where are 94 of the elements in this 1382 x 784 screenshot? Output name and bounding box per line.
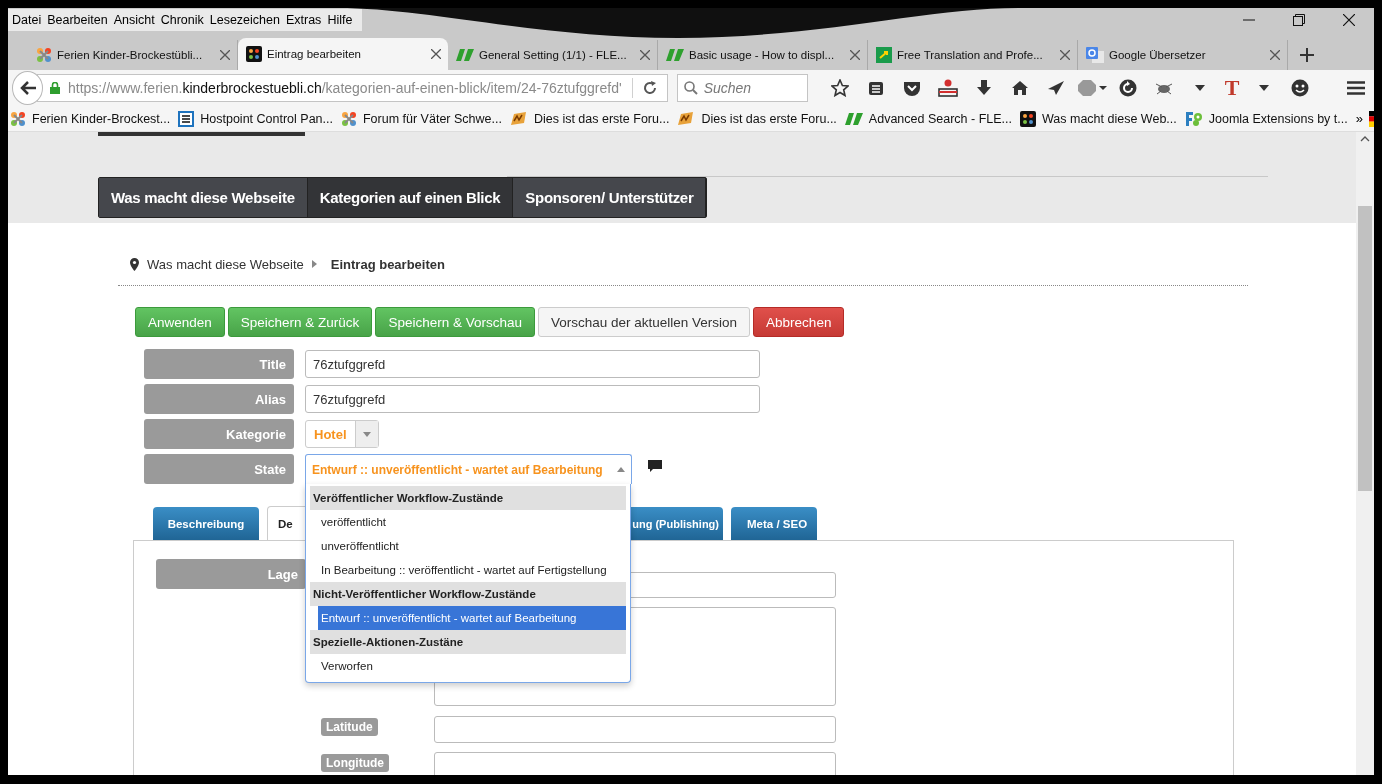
menu-item[interactable]: Chronik: [160, 13, 210, 27]
breadcrumb-link[interactable]: Was macht diese Webseite: [147, 256, 304, 272]
caret-icon[interactable]: [1195, 85, 1205, 91]
caret-icon: [311, 260, 317, 268]
bookmark[interactable]: Was macht diese Web...: [1020, 110, 1183, 127]
field-label: Alias: [144, 384, 294, 414]
flexi-icon: [666, 49, 684, 61]
breadcrumb-current: Eintrag bearbeiten: [330, 256, 445, 272]
extensions-icon: [1184, 110, 1203, 127]
bookmark[interactable]: Forum für Väter Schwe...: [340, 110, 508, 127]
scrollbar[interactable]: [1356, 132, 1374, 775]
text-field[interactable]: 76ztufggrefd: [305, 350, 760, 378]
reading-list-icon[interactable]: [868, 80, 884, 96]
search-icon: [683, 81, 698, 95]
nav-item[interactable]: Sponsoren/ Unterstützer: [513, 178, 707, 217]
browser-tab[interactable]: Eintrag bearbeiten: [238, 38, 448, 70]
download-icon[interactable]: [976, 80, 992, 96]
bookmark[interactable]: Dies ist das erste Foru...: [677, 110, 843, 127]
bookmark[interactable]: Hostpoint Control Pan...: [178, 110, 339, 127]
close-icon[interactable]: [1343, 14, 1355, 26]
overflow-chevron[interactable]: »: [1355, 111, 1363, 126]
reload-icon[interactable]: [642, 81, 657, 95]
close-icon[interactable]: [431, 49, 441, 59]
search-field[interactable]: Suchen: [676, 74, 808, 102]
adblock-icon[interactable]: [1077, 79, 1107, 97]
scroll-thumb[interactable]: [1358, 206, 1372, 491]
menu-item[interactable]: Lesezeichen: [209, 13, 286, 27]
bookmark[interactable]: Joomla Extensions by t...: [1184, 110, 1354, 127]
menu-item[interactable]: Ansicht: [113, 13, 161, 27]
field-label: Kategorie: [144, 419, 294, 449]
bookmark[interactable]: Ferien Kinder-Brockest...: [10, 110, 177, 127]
text-field[interactable]: [434, 752, 836, 775]
bug-icon[interactable]: [1154, 81, 1174, 95]
dropdown-option[interactable]: unveröffentlicht: [310, 534, 626, 558]
caret-icon: [362, 431, 371, 437]
action-button[interactable]: Abbrechen: [753, 307, 845, 337]
home-icon[interactable]: [1011, 80, 1029, 96]
option-group-label: Nicht-Veröffentlicher Workflow-Zustände: [310, 582, 626, 606]
dropdown-option[interactable]: veröffentlicht: [310, 510, 626, 534]
dropdown-option[interactable]: Entwurf :: unveröffentlicht - wartet auf Bearbeitung: [318, 606, 626, 630]
history-icon[interactable]: [1119, 79, 1137, 97]
restore-icon[interactable]: [1293, 14, 1305, 26]
paper-plane-icon[interactable]: [1047, 80, 1065, 96]
dropdown-option[interactable]: In Bearbeitung :: veröffentlicht - wartet auf Fertigstellung: [310, 558, 626, 582]
text-field[interactable]: 76ztufggrefd: [305, 385, 760, 413]
field-label: Longitude: [321, 754, 389, 772]
bookmark[interactable]: Advanced Search - FLE...: [844, 111, 1018, 126]
address-field[interactable]: https://www.ferien.kinderbrockestuebli.ch/kategorien-auf-einen-blick/item/24-76ztufggrefd': [37, 74, 668, 102]
smiley-icon[interactable]: [1291, 79, 1309, 97]
translate-icon: [1086, 47, 1104, 63]
joomla-icon: [36, 47, 52, 63]
menu-item[interactable]: Bearbeiten: [47, 13, 114, 27]
back-button[interactable]: [12, 71, 43, 105]
forum-icon: [509, 110, 528, 127]
url-text: https://www.ferien.kinderbrockestuebli.ch/kategorien-auf-einen-blick/item/24-76ztufggrefd': [68, 80, 622, 96]
map-pin-icon: [130, 257, 139, 271]
field-label: State: [144, 454, 294, 484]
pocket-icon[interactable]: [903, 80, 921, 96]
bookmark[interactable]: Dies ist das erste Foru...: [509, 110, 676, 127]
joomla-icon: [246, 46, 262, 62]
field-label: Title: [144, 349, 294, 379]
caret-icon[interactable]: [1259, 85, 1269, 91]
flexi-icon: [456, 49, 474, 61]
nav-item[interactable]: Was macht diese Webseite: [99, 178, 308, 217]
star-icon[interactable]: [831, 79, 849, 97]
tab[interactable]: Meta / SEO: [731, 507, 817, 541]
option-group-label: Veröffentlicher Workflow-Zustände: [310, 486, 626, 510]
new-tab-icon[interactable]: [1300, 48, 1314, 62]
document-icon: [178, 110, 195, 127]
joomla-icon: [1020, 110, 1036, 127]
flag-icon[interactable]: [1368, 110, 1374, 127]
menu-item[interactable]: Hilfe: [327, 13, 359, 27]
back-arrow-icon: [19, 81, 36, 95]
tab[interactable]: Beschreibung: [153, 507, 259, 541]
menu-item[interactable]: Extras: [285, 13, 328, 27]
tray-icon[interactable]: [938, 79, 958, 97]
dropdown-option[interactable]: Verworfen: [310, 654, 626, 678]
joomla-icon: [340, 110, 357, 127]
menu-item[interactable]: Datei: [12, 13, 48, 27]
flexi-icon: [844, 112, 863, 125]
lock-icon: [50, 82, 60, 94]
field-label: Latitude: [321, 718, 378, 736]
forum-icon: [677, 110, 696, 127]
action-button[interactable]: Vorschau der aktuellen Version: [537, 307, 751, 337]
option-group-label: Spezielle-Aktionen-Zustäne: [310, 630, 626, 654]
comment-icon[interactable]: [648, 460, 662, 472]
caret-icon: [617, 467, 625, 472]
field-label: Lage: [156, 559, 306, 589]
text-field[interactable]: [434, 716, 836, 743]
joomla-icon: [10, 110, 26, 127]
text-tool-icon[interactable]: T: [1218, 75, 1246, 101]
nav-item[interactable]: Kategorien auf einen Blick: [307, 178, 514, 217]
menu-icon[interactable]: [1347, 81, 1365, 95]
translate-icon: [876, 47, 892, 63]
